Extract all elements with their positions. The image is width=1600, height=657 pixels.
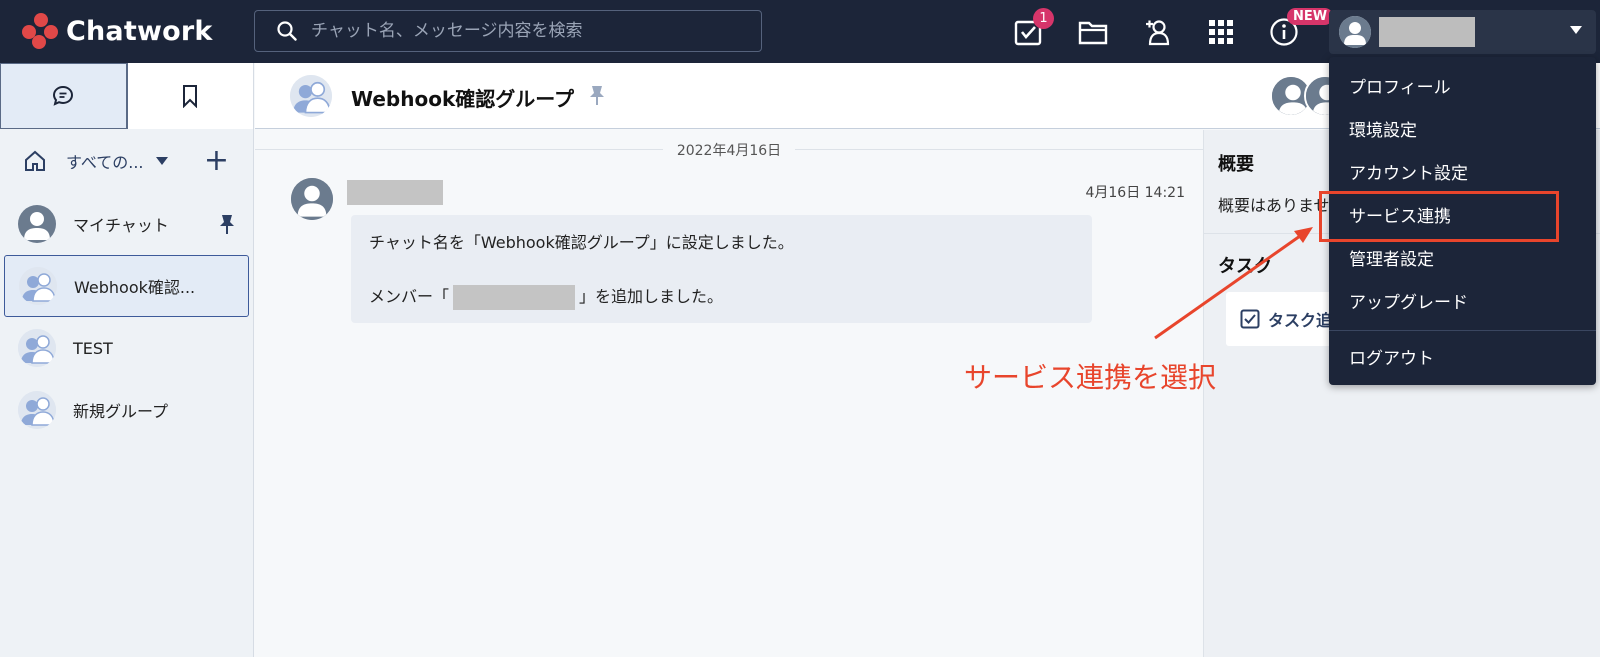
account-menu-button[interactable]	[1329, 10, 1596, 54]
room-name: 新規グループ	[73, 402, 169, 421]
new-badge: NEW	[1287, 8, 1334, 25]
annotation-highlight-box	[1319, 191, 1559, 242]
room-item-test[interactable]: TEST	[4, 317, 249, 379]
task-button[interactable]: 1	[1010, 8, 1054, 50]
room-item-mychat[interactable]: マイチャット	[4, 193, 249, 255]
task-check-icon	[1240, 309, 1260, 329]
mychat-avatar	[18, 205, 56, 243]
message-line: チャット名を「Webhook確認グループ」に設定しました。	[369, 233, 794, 252]
apps-button[interactable]	[1203, 14, 1239, 50]
task-count-badge: 1	[1033, 8, 1054, 29]
tab-chats[interactable]	[0, 63, 127, 129]
chatwork-logo[interactable]: Chatwork	[22, 13, 213, 49]
room-name: マイチャット	[73, 216, 169, 235]
add-task-label: タスク追	[1268, 311, 1333, 330]
message-text: メンバー「	[369, 287, 450, 306]
chat-bubble-icon	[53, 85, 74, 106]
overview-text: 概要はありませ	[1218, 196, 1330, 215]
filter-label: すべての...	[66, 153, 144, 172]
search-box[interactable]	[254, 10, 762, 52]
sidebar: すべての... + マイチャット Webhook確認... TEST 新規グルー…	[0, 63, 254, 657]
file-button[interactable]	[1075, 14, 1111, 50]
message-text: 」を追加しました。	[579, 287, 724, 306]
room-name: TEST	[73, 338, 113, 358]
pin-icon[interactable]	[219, 213, 235, 235]
annotation-text: サービス連携を選択	[964, 361, 1217, 394]
menu-item-profile[interactable]: プロフィール	[1349, 73, 1451, 98]
tab-bookmarks[interactable]	[126, 63, 253, 129]
bookmark-icon	[183, 85, 198, 108]
menu-item-upgrade[interactable]: アップグレード	[1349, 288, 1468, 313]
menu-item-admin-settings[interactable]: 管理者設定	[1349, 245, 1434, 270]
add-room-button[interactable]: +	[204, 146, 229, 176]
logo-text: Chatwork	[66, 15, 213, 47]
search-icon	[277, 21, 297, 41]
chat-room-avatar	[290, 75, 332, 117]
filter-dropdown-icon[interactable]	[155, 157, 168, 165]
sidebar-tabs	[0, 63, 253, 129]
chat-title: Webhook確認グループ	[351, 87, 575, 111]
contacts-button[interactable]	[1140, 14, 1176, 50]
room-filter[interactable]: すべての... +	[0, 129, 253, 193]
add-contact-icon	[1146, 20, 1170, 46]
room-item-new-group[interactable]: 新規グループ	[4, 379, 249, 441]
date-separator: 2022年4月16日	[255, 140, 1203, 160]
redacted-username	[1379, 17, 1475, 47]
top-bar: Chatwork 1	[0, 0, 1600, 63]
group-avatar	[18, 391, 56, 429]
menu-item-account-settings[interactable]: アカウント設定	[1349, 159, 1468, 184]
menu-item-preferences[interactable]: 環境設定	[1349, 116, 1417, 141]
room-name: Webhook確認...	[74, 278, 196, 297]
group-avatar	[19, 267, 57, 305]
user-avatar-icon	[1339, 16, 1371, 48]
menu-item-logout[interactable]: ログアウト	[1349, 344, 1434, 369]
message-bubble[interactable]: チャット名を「Webhook確認グループ」に設定しました。 メンバー「 」を追加…	[351, 215, 1092, 323]
home-icon	[25, 150, 45, 171]
message-line: メンバー「 」を追加しました。	[369, 283, 1074, 311]
search-input[interactable]	[311, 21, 741, 41]
sender-avatar[interactable]	[291, 178, 333, 220]
folder-icon	[1078, 21, 1108, 45]
room-item-webhook[interactable]: Webhook確認...	[4, 255, 249, 317]
menu-divider	[1329, 330, 1596, 331]
user-avatar	[1339, 16, 1371, 48]
logo-mark-icon	[22, 13, 60, 49]
chevron-down-icon	[1570, 26, 1582, 34]
redacted-member-mention	[453, 284, 576, 310]
pin-icon[interactable]	[589, 83, 605, 107]
message-timestamp: 4月16日 14:21	[1085, 185, 1185, 201]
overview-title: 概要	[1218, 154, 1254, 175]
grid-icon	[1209, 20, 1233, 44]
task-section-title: タスク	[1218, 256, 1272, 277]
group-avatar	[18, 329, 56, 367]
redacted-sender-name	[347, 180, 443, 205]
